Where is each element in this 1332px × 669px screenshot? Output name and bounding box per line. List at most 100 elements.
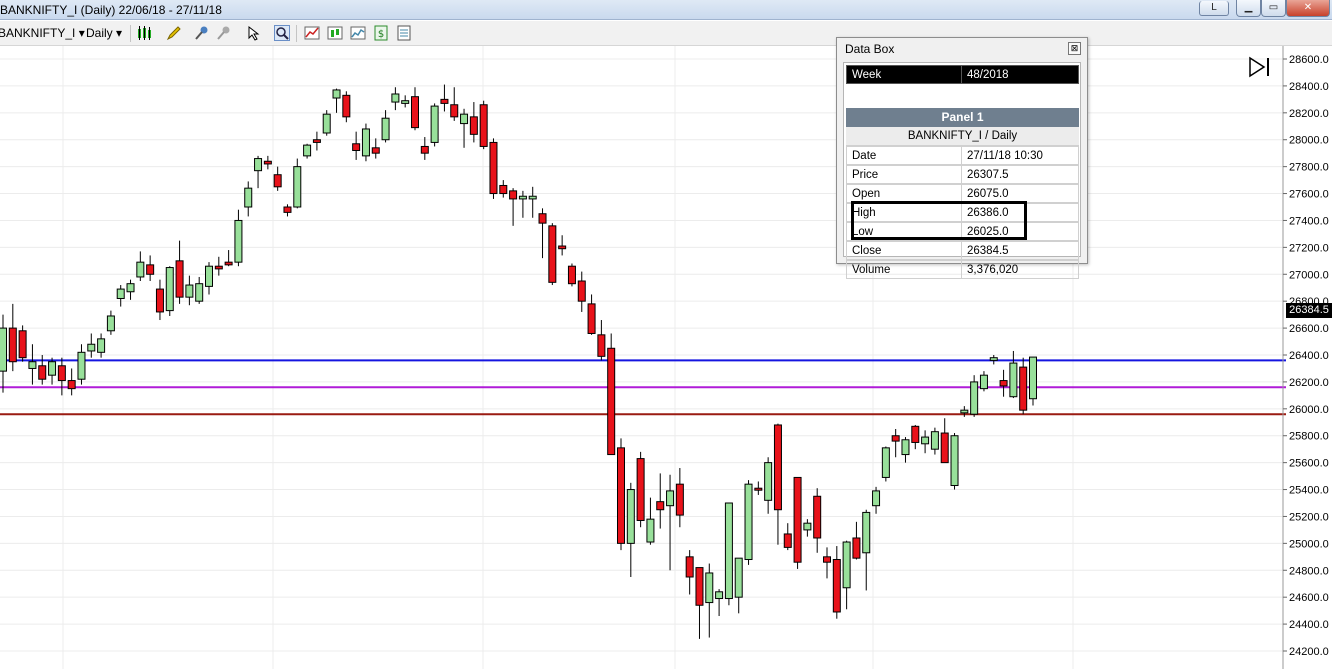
- candle: [430, 103, 439, 147]
- candle-body: [675, 483, 684, 516]
- candle: [0, 314, 7, 393]
- candle: [312, 131, 321, 151]
- candle: [224, 250, 233, 267]
- candle-body: [57, 365, 66, 382]
- candle: [205, 262, 213, 295]
- candle: [685, 550, 694, 595]
- price-tick-label: 25400.0: [1289, 485, 1329, 497]
- price-tick-label: 27000.0: [1289, 269, 1329, 281]
- candle: [87, 333, 96, 358]
- candle-body: [636, 458, 645, 521]
- cursor-icon[interactable]: [246, 25, 262, 41]
- close-icon[interactable]: ⊠: [1068, 42, 1081, 55]
- candle: [126, 279, 135, 300]
- price-tick-label: 28600.0: [1289, 54, 1329, 66]
- candle-body: [97, 338, 106, 353]
- candle-body: [263, 160, 272, 165]
- candle: [450, 87, 459, 121]
- data-row-label: Close: [846, 241, 962, 260]
- price-tick-label: 24200.0: [1289, 646, 1329, 658]
- data-box-window[interactable]: Data Box ⊠ Week 48/2018 Panel 1 BANKNIFT…: [836, 37, 1088, 279]
- data-row-label: Volume: [846, 260, 962, 279]
- data-row: Price 26307.5: [846, 165, 1079, 184]
- candle: [636, 451, 645, 528]
- draw-pencil-icon[interactable]: [166, 25, 182, 41]
- candle: [283, 204, 292, 217]
- interval-selector[interactable]: Daily ▾: [86, 24, 122, 42]
- candle-body: [930, 431, 939, 450]
- candle: [548, 223, 557, 286]
- candle-body: [695, 567, 704, 606]
- candle: [607, 333, 616, 456]
- candle-body: [656, 501, 665, 511]
- candle-body: [715, 591, 724, 600]
- strategies-icon[interactable]: [327, 25, 343, 41]
- price-tick-label: 27200.0: [1289, 242, 1329, 254]
- candle-body: [411, 96, 419, 129]
- candle-body: [901, 439, 910, 456]
- candle-body: [460, 113, 469, 125]
- candle-body: [911, 425, 920, 443]
- candle-body: [283, 206, 292, 213]
- candle-body: [67, 380, 76, 390]
- pin-icon[interactable]: [194, 25, 210, 41]
- candle-body: [577, 280, 586, 302]
- candle: [921, 430, 930, 454]
- candle-body: [852, 537, 861, 559]
- candle-body: [48, 361, 57, 376]
- skip-to-end-icon[interactable]: [1248, 56, 1272, 78]
- candle: [146, 255, 155, 281]
- price-tick-label: 27400.0: [1289, 215, 1329, 227]
- candle-body: [244, 187, 253, 208]
- candle-body: [538, 213, 547, 224]
- data-row: Close 26384.5: [846, 241, 1079, 260]
- candle: [273, 166, 282, 191]
- zoom-icon[interactable]: [274, 25, 290, 41]
- candle: [940, 418, 949, 464]
- candle-body: [420, 145, 429, 154]
- candle-body: [921, 436, 930, 445]
- candle: [401, 95, 410, 108]
- candle: [77, 344, 86, 385]
- candle: [116, 285, 125, 307]
- indicators-icon[interactable]: [304, 25, 320, 41]
- candle-body: [773, 424, 782, 511]
- candle: [724, 502, 733, 606]
- candle-body: [1029, 356, 1037, 400]
- candle-body: [469, 116, 478, 135]
- candle: [479, 100, 488, 150]
- chart-properties-icon[interactable]: [350, 25, 366, 41]
- window-title: BANKNIFTY_I (Daily) 22/06/18 - 27/11/18: [0, 3, 222, 17]
- magnet-icon[interactable]: [216, 25, 232, 41]
- data-box-icon[interactable]: [396, 25, 412, 41]
- minimize-button[interactable]: ▁: [1236, 0, 1261, 17]
- week-row: Week 48/2018: [846, 65, 1079, 84]
- dollar-icon[interactable]: $: [373, 25, 389, 41]
- link-button[interactable]: L: [1199, 1, 1229, 16]
- candle: [8, 303, 17, 372]
- maximize-button[interactable]: ▭: [1261, 0, 1286, 17]
- close-button[interactable]: ✕: [1286, 0, 1330, 17]
- candle: [999, 369, 1008, 397]
- data-row-value: 26384.5: [962, 241, 1079, 260]
- candle-body: [734, 557, 743, 598]
- instrument-selector[interactable]: BANKNIFTY_I ▾: [0, 24, 85, 42]
- price-tick-label: 26000.0: [1289, 404, 1329, 416]
- data-row: Date 27/11/18 10:30: [846, 146, 1079, 165]
- candle-body: [18, 330, 27, 359]
- price-tick-label: 27800.0: [1289, 162, 1329, 174]
- candle: [528, 186, 537, 218]
- candle: [411, 87, 419, 131]
- price-chart[interactable]: 28600.0 28400.0 28200.0 28000.0 27800.0 27600…: [0, 46, 1332, 669]
- candle: [783, 523, 792, 551]
- candle: [950, 433, 959, 490]
- candle-body: [646, 518, 655, 543]
- candle-style-icon[interactable]: [136, 25, 152, 41]
- candle-body: [872, 490, 881, 507]
- candle-body: [293, 166, 302, 208]
- candle-body: [499, 184, 508, 195]
- candle: [617, 438, 625, 551]
- candle-body: [8, 327, 17, 363]
- candle-body: [312, 139, 321, 143]
- toolbar-divider: [130, 25, 131, 42]
